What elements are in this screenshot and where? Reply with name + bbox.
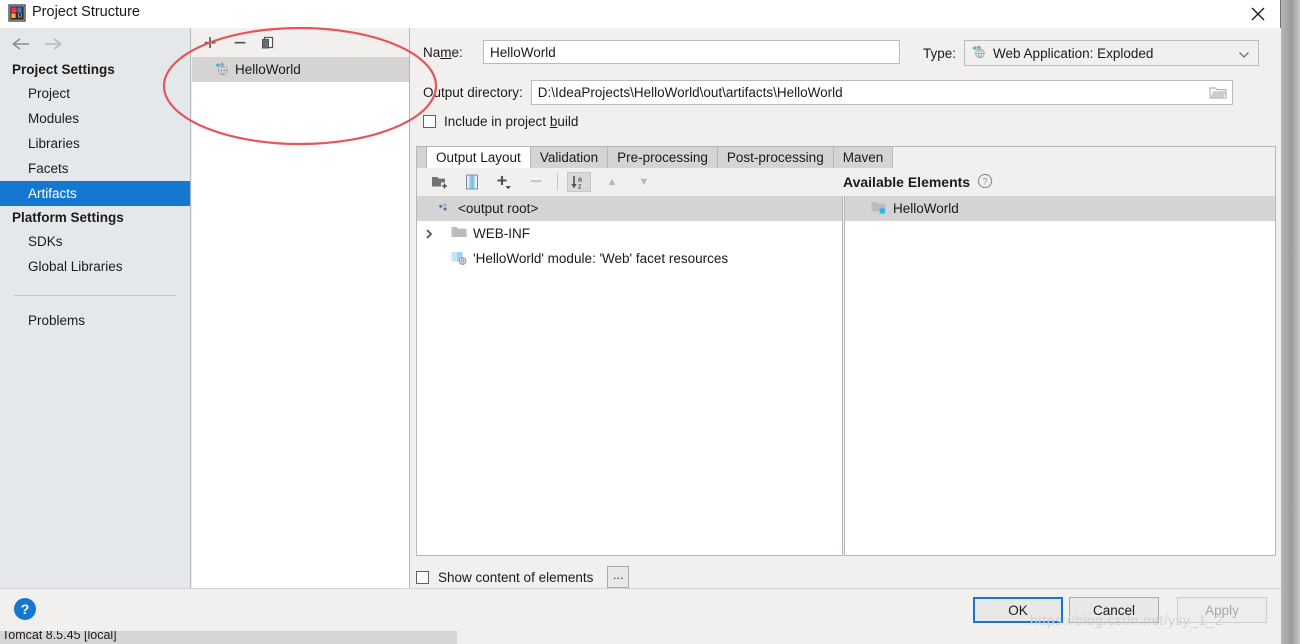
name-mnemonic: m bbox=[440, 44, 452, 60]
remove-icon: − bbox=[529, 170, 543, 193]
svg-text:a: a bbox=[578, 176, 582, 183]
svg-text:IJ: IJ bbox=[18, 14, 22, 20]
show-content-label: Show content of elements bbox=[438, 569, 594, 585]
archive-icon[interactable] bbox=[461, 172, 483, 192]
facet-resources-icon bbox=[451, 250, 467, 268]
type-select[interactable]: Web Application: Exploded bbox=[964, 40, 1260, 66]
more-options-button[interactable]: ... bbox=[607, 566, 630, 588]
available-elements-header: Available Elements ? bbox=[843, 168, 1276, 196]
tab-output-layout[interactable]: Output Layout bbox=[427, 146, 531, 169]
tree-row[interactable]: WEB-INF bbox=[417, 221, 842, 246]
tree-row-label: WEB-INF bbox=[473, 226, 530, 241]
arrow-left-icon[interactable] bbox=[10, 36, 32, 54]
type-value: Web Application: Exploded bbox=[993, 45, 1154, 61]
help-button[interactable]: ? bbox=[14, 598, 36, 620]
sidebar-item-global-libraries[interactable]: Global Libraries bbox=[0, 254, 190, 279]
svg-text:z: z bbox=[578, 183, 582, 190]
folder-icon bbox=[451, 225, 467, 242]
available-elements-title: Available Elements bbox=[843, 174, 971, 190]
include-in-build-row[interactable]: Include in project build bbox=[423, 114, 578, 129]
arrow-right-icon[interactable] bbox=[42, 36, 64, 54]
folder-icon[interactable] bbox=[1209, 85, 1227, 101]
tab-strip-filler bbox=[893, 146, 1276, 168]
sidebar-item-artifacts[interactable]: Artifacts bbox=[0, 181, 190, 206]
chevron-down-icon bbox=[1238, 48, 1250, 63]
artifacts-toolbar: + − bbox=[192, 28, 409, 57]
help-circle-icon[interactable]: ? bbox=[977, 173, 993, 192]
chevron-right-icon[interactable] bbox=[421, 228, 437, 240]
sidebar-divider bbox=[14, 295, 176, 296]
add-artifact-button[interactable]: + bbox=[200, 32, 220, 54]
watermark: https://blog.csdn.net/ysy_1_2 bbox=[1030, 612, 1223, 628]
tree-row-label: <output root> bbox=[458, 201, 539, 216]
type-label: Type: bbox=[923, 45, 957, 61]
settings-sidebar: Project Settings Project Modules Librari… bbox=[0, 28, 191, 588]
show-content-checkbox[interactable] bbox=[416, 570, 429, 584]
intellij-idea-icon: IJ bbox=[8, 4, 26, 22]
output-directory-input[interactable] bbox=[530, 80, 1233, 105]
sidebar-item-project[interactable]: Project bbox=[0, 81, 190, 106]
output-root-icon bbox=[437, 200, 452, 218]
artifact-icon bbox=[971, 44, 986, 62]
sidebar-group-project-settings: Project Settings bbox=[12, 62, 115, 77]
svg-text:?: ? bbox=[982, 176, 987, 187]
include-mnemonic: b bbox=[549, 114, 558, 129]
include-in-build-checkbox[interactable] bbox=[423, 115, 436, 128]
artifact-icon bbox=[214, 61, 229, 79]
sidebar-item-modules[interactable]: Modules bbox=[0, 106, 190, 131]
tab-validation[interactable]: Validation bbox=[530, 146, 609, 168]
type-field-row: Type: Web Application: Exploded bbox=[923, 40, 1260, 66]
output-directory-label: Output directory: bbox=[423, 85, 523, 100]
tab-strip-stub bbox=[416, 146, 427, 168]
window-title: Project Structure bbox=[32, 4, 140, 20]
close-icon[interactable] bbox=[1236, 0, 1280, 28]
sidebar-item-problems[interactable]: Problems bbox=[0, 308, 190, 333]
toolbar-separator bbox=[557, 173, 558, 190]
tab-maven[interactable]: Maven bbox=[833, 146, 894, 168]
name-input[interactable] bbox=[483, 40, 900, 64]
list-item[interactable]: HelloWorld bbox=[192, 57, 409, 82]
artifacts-list-panel: + − HelloWorld bbox=[192, 28, 410, 588]
dialog-body: Project Settings Project Modules Librari… bbox=[0, 28, 1281, 588]
project-structure-dialog: IJ Project Structure Project Settings Pr… bbox=[0, 0, 1281, 631]
available-elements-tree[interactable]: HelloWorld bbox=[844, 196, 1276, 556]
sort-alphabetically-icon[interactable]: a z bbox=[567, 172, 591, 192]
sidebar-group-platform-settings: Platform Settings bbox=[12, 210, 124, 225]
sidebar-navigation bbox=[0, 28, 190, 58]
artifact-details-panel: Name: Type: Web Application: Exploded bbox=[411, 28, 1281, 588]
move-up-icon: ▲ bbox=[606, 176, 618, 188]
name-label: Name: bbox=[423, 44, 463, 60]
tree-row[interactable]: <output root> bbox=[417, 196, 842, 221]
ide-right-edge bbox=[1280, 0, 1300, 644]
sidebar-item-facets[interactable]: Facets bbox=[0, 156, 190, 181]
tree-row-label: HelloWorld bbox=[893, 201, 959, 216]
move-down-icon: ▼ bbox=[638, 176, 650, 188]
sidebar-item-sdks[interactable]: SDKs bbox=[0, 229, 190, 254]
new-directory-icon[interactable] bbox=[429, 172, 451, 192]
tree-row-label: 'HelloWorld' module: 'Web' facet resourc… bbox=[473, 251, 729, 266]
artifact-label: HelloWorld bbox=[235, 62, 301, 77]
add-icon[interactable] bbox=[493, 172, 515, 192]
tab-post-processing[interactable]: Post-processing bbox=[717, 146, 834, 168]
output-directory-row: Output directory: bbox=[423, 80, 1233, 105]
output-layout-tree[interactable]: <output root> WEB-INF 'HelloWorld' modul… bbox=[416, 196, 843, 556]
tree-row[interactable]: HelloWorld bbox=[845, 196, 1275, 221]
remove-artifact-button[interactable]: − bbox=[230, 32, 250, 54]
copy-icon[interactable] bbox=[258, 33, 278, 53]
ide-bottom-bar: Tomcat 8.5.45 [local] bbox=[0, 629, 1281, 644]
show-content-row: Show content of elements ... bbox=[416, 566, 630, 588]
sidebar-item-libraries[interactable]: Libraries bbox=[0, 131, 190, 156]
tab-pre-processing[interactable]: Pre-processing bbox=[608, 146, 718, 168]
name-field-row: Name: bbox=[423, 40, 900, 64]
artifact-tabs: Output Layout Validation Pre-processing … bbox=[416, 144, 1276, 169]
title-bar: IJ Project Structure bbox=[0, 0, 1280, 28]
include-in-build-label: Include in project build bbox=[444, 114, 579, 129]
module-folder-icon bbox=[871, 200, 887, 218]
tree-row[interactable]: 'HelloWorld' module: 'Web' facet resourc… bbox=[417, 246, 842, 271]
